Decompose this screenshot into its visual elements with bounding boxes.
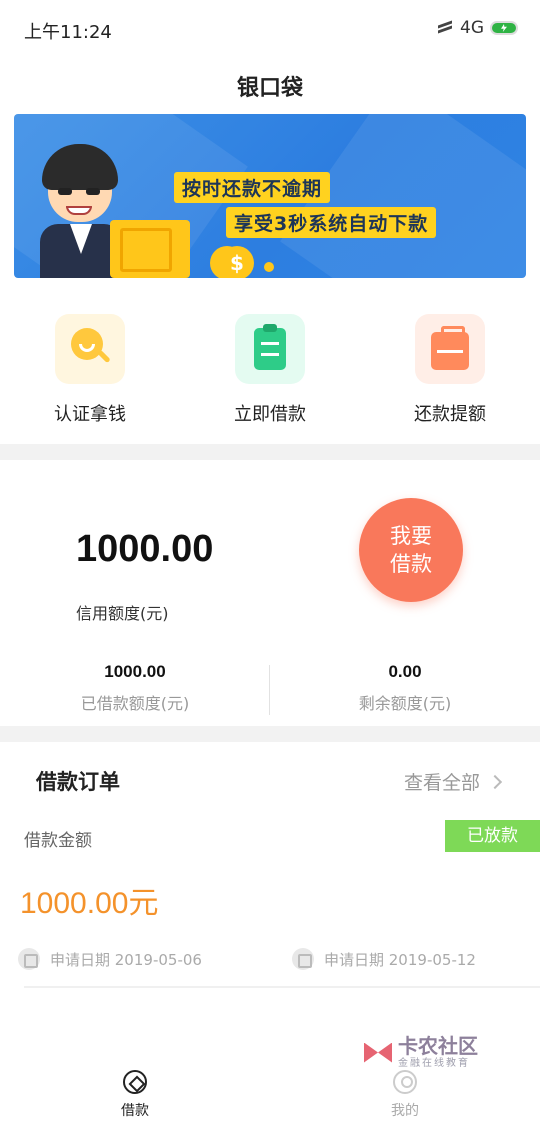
quick-item-borrow-now[interactable]: 立即借款 xyxy=(195,314,345,426)
remaining-label: 剩余额度(元) xyxy=(358,694,452,713)
borrowed-value: 1000.00 xyxy=(104,662,166,681)
tab-borrow[interactable]: 借款 xyxy=(85,1070,185,1120)
page-title: 银口袋 xyxy=(236,76,303,101)
borrow-button-line-1: 我要 xyxy=(390,524,432,548)
view-all-link[interactable]: 查看全部 xyxy=(403,768,503,795)
watermark-logo-icon xyxy=(362,1037,394,1069)
banner-line-2: 享受3秒系统自动下款 xyxy=(226,207,437,238)
banner-line-1: 按时还款不逾期 xyxy=(174,172,331,203)
quick-item-verify[interactable]: 认证拿钱 xyxy=(15,314,165,426)
credit-label: 信用额度(元) xyxy=(76,604,169,623)
tab-mine[interactable]: 我的 xyxy=(355,1070,455,1120)
borrow-button-line-2: 借款 xyxy=(390,552,432,576)
remaining-stat: 0.00 剩余额度(元) xyxy=(270,662,540,714)
quick-menu: 认证拿钱 立即借款 还款提额 xyxy=(0,288,540,444)
quick-item-repay[interactable]: 还款提额 xyxy=(375,314,525,426)
remaining-value: 0.00 xyxy=(388,662,422,681)
apply-date-text: 申请日期 2019-05-12 xyxy=(324,950,476,969)
status-indicators: 4G xyxy=(438,18,518,38)
user-tab-icon xyxy=(393,1070,417,1094)
quick-item-label: 认证拿钱 xyxy=(54,404,126,425)
promo-banner[interactable]: $ $ 按时还款不逾期 享受3秒系统自动下款 xyxy=(14,114,526,278)
tab-label: 我的 xyxy=(391,1103,419,1119)
borrow-tab-icon xyxy=(123,1070,147,1094)
briefcase-icon xyxy=(415,314,485,384)
borrowed-label: 已借款额度(元) xyxy=(80,694,190,713)
face-magnifier-icon xyxy=(55,314,125,384)
signal-icon xyxy=(438,20,454,35)
watermark-title: 卡农社区 xyxy=(398,1034,478,1058)
watermark: 卡农社区 金融在线教育 xyxy=(362,1036,478,1069)
calendar-icon xyxy=(292,948,314,970)
credit-section: 1000.00 信用额度(元) 我要 借款 1000.00 已借款额度(元) 0… xyxy=(0,460,540,726)
banner-section: $ $ 按时还款不逾期 享受3秒系统自动下款 xyxy=(0,110,540,288)
tab-label: 借款 xyxy=(121,1103,149,1119)
loan-amount: 1000.00元 xyxy=(20,887,159,920)
borrowed-stat: 1000.00 已借款额度(元) xyxy=(0,662,270,714)
credit-amount: 1000.00 xyxy=(76,528,214,570)
chevron-right-icon xyxy=(487,774,503,789)
orders-section: 借款订单 查看全部 借款金额 已放款 1000.00元 申请日期 2019-05… xyxy=(0,742,540,992)
quick-item-label: 立即借款 xyxy=(234,404,306,425)
apply-date-text: 申请日期 2019-05-06 xyxy=(50,950,202,969)
view-all-label: 查看全部 xyxy=(403,772,480,794)
borrow-button[interactable]: 我要 借款 xyxy=(359,498,463,602)
nav-bar: 银口袋 xyxy=(0,58,540,110)
divider xyxy=(24,986,540,988)
orders-title: 借款订单 xyxy=(36,770,120,794)
banner-text: 按时还款不逾期 享受3秒系统自动下款 xyxy=(174,172,494,242)
app-screen: 上午11:24 4G 银口袋 $ $ xyxy=(0,0,540,1124)
network-type: 4G xyxy=(460,18,484,38)
apply-date-2: 申请日期 2019-05-12 xyxy=(292,948,476,970)
apply-date-1: 申请日期 2019-05-06 xyxy=(18,948,202,970)
clipboard-icon xyxy=(235,314,305,384)
quick-item-label: 还款提额 xyxy=(414,404,486,425)
loan-amount-label: 借款金额 xyxy=(24,831,92,851)
status-time: 上午11:24 xyxy=(24,22,112,43)
status-bar: 上午11:24 4G xyxy=(0,0,540,58)
calendar-icon xyxy=(18,948,40,970)
status-badge: 已放款 xyxy=(445,820,540,852)
watermark-subtitle: 金融在线教育 xyxy=(398,1058,470,1069)
battery-icon xyxy=(490,21,518,35)
